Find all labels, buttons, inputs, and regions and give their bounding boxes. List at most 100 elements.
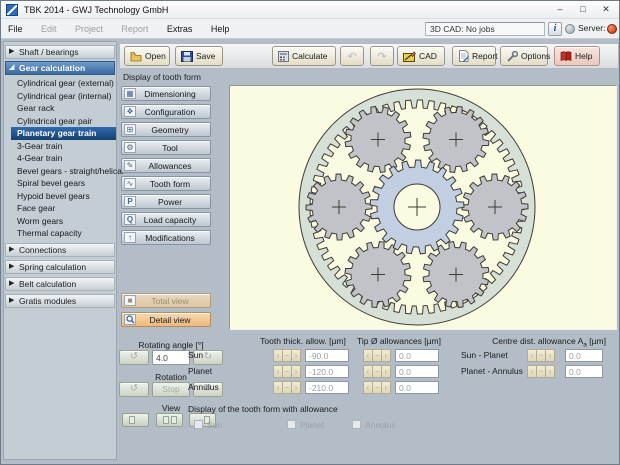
redo-icon: ↷ xyxy=(377,50,387,63)
rotate-left-icon: ↺ xyxy=(129,383,139,394)
cad-status-led xyxy=(565,24,575,34)
save-button[interactable]: Save xyxy=(175,46,223,66)
sidebar-item-3-gear-train[interactable]: 3-Gear train xyxy=(4,140,116,153)
rotation-left-button[interactable]: ↺ xyxy=(119,382,149,397)
sidebar-item-spiral-bevel-gears[interactable]: Spiral bevel gears xyxy=(4,177,116,190)
annulus-checkbox-label: Annulus xyxy=(365,420,396,430)
geometry-button[interactable]: ⊞ Geometry xyxy=(121,122,211,137)
cad-button[interactable]: CAD xyxy=(397,46,445,66)
dimensioning-button[interactable]: ▦ Dimensioning xyxy=(121,86,211,101)
sun-checkbox-label: Sun xyxy=(207,420,223,430)
annulus-row-label: Annulus xyxy=(188,382,219,392)
view-split-button[interactable] xyxy=(156,413,183,427)
magnifier-icon xyxy=(124,314,136,325)
chevron-expanded-icon: ◢ xyxy=(9,64,15,71)
sidebar-item-planetary-gear-train[interactable]: Planetary gear train xyxy=(11,127,116,140)
tool-button[interactable]: ⚙ Tool xyxy=(121,140,211,155)
planet-checkbox-label: Planet xyxy=(300,420,325,430)
options-tool-icon xyxy=(507,50,518,62)
sun-planet-centre-field[interactable]: 0.0 xyxy=(565,349,603,362)
planet-tip-allowance-field[interactable]: 0.0 xyxy=(395,365,439,378)
annulus-tooth-allowance-field[interactable]: -210.0 xyxy=(305,381,349,394)
sun-planet-label: Sun - Planet xyxy=(461,350,508,360)
step-right-icon[interactable]: › xyxy=(291,349,301,362)
planetary-gear-diagram xyxy=(230,86,616,334)
annulus-tip-stepper[interactable]: ‹ − › xyxy=(363,381,391,394)
sidebar-item-cylindrical-gear-internal[interactable]: Cylindrical gear (internal) xyxy=(4,90,116,103)
calculate-button[interactable]: Calculate xyxy=(272,46,336,66)
planet-annulus-label: Planet - Annulus xyxy=(461,366,523,376)
main-toolbar: Open Save Calculate ↶ ↷ CAD Report Optio… xyxy=(119,43,619,69)
sidebar-section-gratis-modules[interactable]: ▶ Gratis modules xyxy=(5,293,115,308)
annulus-checkbox xyxy=(352,420,361,429)
cad-drawing-icon xyxy=(403,51,416,62)
help-button[interactable]: Help xyxy=(554,46,600,66)
chevron-right-icon: ▶ xyxy=(9,296,15,304)
sidebar-item-gear-rack[interactable]: Gear rack xyxy=(4,102,116,115)
sun-tooth-stepper[interactable]: ‹ − › xyxy=(273,349,301,362)
rotate-left-button[interactable]: ↺ xyxy=(119,350,149,365)
tooth-form-button[interactable]: ∿ Tooth form xyxy=(121,176,211,191)
close-button[interactable]: ✕ xyxy=(595,2,617,17)
sidebar-section-spring-calculation[interactable]: ▶ Spring calculation xyxy=(5,259,115,274)
load-capacity-button[interactable]: Q Load capacity xyxy=(121,212,211,227)
sidebar-item-face-gear[interactable]: Face gear xyxy=(4,202,116,215)
undo-icon: ↶ xyxy=(347,50,357,63)
menu-extras[interactable]: Extras xyxy=(160,20,200,34)
tool-gear-icon: ⚙ xyxy=(124,142,136,153)
planet-annulus-centre-field[interactable]: 0.0 xyxy=(565,365,603,378)
menu-report: Report xyxy=(121,24,149,34)
chevron-right-icon: ▶ xyxy=(9,279,15,287)
open-folder-icon xyxy=(130,51,142,61)
rotate-left-icon: ↺ xyxy=(129,351,139,362)
view-left-button[interactable] xyxy=(122,413,149,427)
sidebar-item-thermal-capacity[interactable]: Thermal capacity xyxy=(4,227,116,240)
sidebar-item-worm-gears[interactable]: Worm gears xyxy=(4,215,116,228)
server-label: Server: xyxy=(578,23,606,33)
power-button[interactable]: P Power xyxy=(121,194,211,209)
dimensioning-icon: ▦ xyxy=(124,88,136,99)
menu-file[interactable]: File xyxy=(1,20,30,34)
open-button[interactable]: Open xyxy=(124,46,170,66)
server-status-led xyxy=(607,24,617,34)
annulus-tip-allowance-field[interactable]: 0.0 xyxy=(395,381,439,394)
sidebar-item-bevel-gears[interactable]: Bevel gears - straight/helical xyxy=(4,165,124,178)
rotating-angle-input[interactable]: 4.0 xyxy=(152,350,190,365)
planet-tip-stepper[interactable]: ‹ − › xyxy=(363,365,391,378)
tooth-form-canvas[interactable] xyxy=(229,85,617,330)
sun-planet-stepper[interactable]: ‹ − › xyxy=(527,349,555,362)
menu-help[interactable]: Help xyxy=(204,20,237,34)
options-button[interactable]: Options xyxy=(500,46,550,66)
minimize-button[interactable]: – xyxy=(549,2,571,17)
sidebar-section-connections[interactable]: ▶ Connections xyxy=(5,242,115,257)
sidebar-section-gear-calculation[interactable]: ◢ Gear calculation xyxy=(5,61,115,75)
info-icon[interactable]: i xyxy=(548,22,562,36)
allowances-button[interactable]: ✎ Allowances xyxy=(121,158,211,173)
total-view-button: ■ Total view xyxy=(121,293,211,308)
sidebar-section-shaft-bearings[interactable]: ▶ Shaft / bearings xyxy=(5,45,115,59)
help-book-icon xyxy=(560,50,572,61)
annulus-tooth-stepper[interactable]: ‹ − › xyxy=(273,381,301,394)
detail-view-button[interactable]: Detail view xyxy=(121,312,211,327)
tip-allowances-header: Tip Ø allowances [µm] xyxy=(357,336,441,346)
sun-tip-allowance-field[interactable]: 0.0 xyxy=(395,349,439,362)
sun-tooth-allowance-field[interactable]: -90.0 xyxy=(305,349,349,362)
maximize-button[interactable]: □ xyxy=(572,2,594,17)
planet-annulus-stepper[interactable]: ‹ − › xyxy=(527,365,555,378)
modifications-icon: ↑ xyxy=(124,232,136,243)
sidebar-item-cylindrical-gear-external[interactable]: Cylindrical gear (external) xyxy=(4,77,116,90)
app-icon xyxy=(6,4,18,16)
sidebar-item-hypoid-bevel-gears[interactable]: Hypoid bevel gears xyxy=(4,190,116,203)
sidebar-item-4-gear-train[interactable]: 4-Gear train xyxy=(4,152,116,165)
centre-dist-header: Centre dist. allowance Aa [µm] xyxy=(492,336,606,349)
planet-tooth-allowance-field[interactable]: -120.0 xyxy=(305,365,349,378)
report-button[interactable]: Report xyxy=(452,46,498,66)
modifications-button[interactable]: ↑ Modifications xyxy=(121,230,211,245)
planet-tooth-stepper[interactable]: ‹ − › xyxy=(273,365,301,378)
sidebar-item-cylindrical-gear-pair[interactable]: Cylindrical gear pair xyxy=(4,115,116,128)
sidebar-section-belt-calculation[interactable]: ▶ Belt calculation xyxy=(5,276,115,291)
title-bar: TBK 2014 - GWJ Technology GmbH – □ ✕ xyxy=(1,1,619,19)
sun-tip-stepper[interactable]: ‹ − › xyxy=(363,349,391,362)
configuration-button[interactable]: ❖ Configuration xyxy=(121,104,211,119)
tooth-thick-header: Tooth thick. allow. [µm] xyxy=(260,336,346,346)
